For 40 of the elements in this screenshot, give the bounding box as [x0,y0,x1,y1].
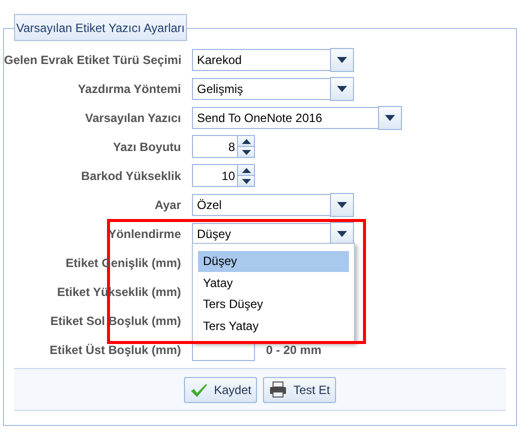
increment-button[interactable] [238,136,254,147]
dropdown-field[interactable]: Send To OneNote 2016 [192,106,401,128]
dropdown-option[interactable]: Ters Yatay [198,315,349,336]
dropdown-button[interactable] [330,48,354,72]
caret-icon [337,230,347,236]
down-arrow-icon [242,150,250,154]
range-hint: 0 - 20 mm [266,342,322,358]
number-field[interactable]: 10 [192,164,238,187]
field-label: Gelen Evrak Etiket Türü Seçimi [4,52,181,68]
save-button[interactable]: Kaydet [184,376,258,402]
field-label: Varsayılan Yazıcı [84,110,181,126]
dropdown-button[interactable] [330,192,354,216]
down-arrow-icon [242,178,250,184]
field-label: Yazdırma Yöntemi [76,80,181,98]
decrement-button[interactable] [238,176,254,186]
number-field[interactable]: 8 [192,135,238,158]
panel-title: Varsayılan Etiket Yazıcı Ayarları [14,14,187,41]
field-label: Barkod Yükseklik [80,168,181,184]
dropdown-button[interactable] [330,76,354,100]
dropdown-field[interactable]: Karekod [192,48,353,70]
caret-icon [337,56,347,62]
test-button[interactable]: Test Et [263,376,336,402]
decrement-button[interactable] [238,147,254,157]
dropdown-button[interactable] [378,106,402,130]
up-arrow-icon [242,138,250,144]
caret-icon [337,86,347,92]
caret-icon [385,114,395,120]
dropdown-option[interactable]: Yatay [198,272,349,294]
field-label: Etiket Üst Boşluk (mm) [48,342,181,358]
field-label: Ayar [154,196,181,214]
up-arrow-icon [242,168,250,172]
caret-icon [337,202,347,208]
dropdown-option[interactable]: Ters Düşey [198,294,349,315]
dropdown-field[interactable]: Özel [192,194,353,216]
checkmark-icon [190,382,208,396]
field-label: Yazı Boyutu [112,138,181,156]
printer-icon [269,381,288,398]
increment-button[interactable] [238,165,254,176]
dropdown-field[interactable]: Gelişmiş [192,78,353,100]
dropdown-option[interactable]: Düşey [198,250,349,272]
